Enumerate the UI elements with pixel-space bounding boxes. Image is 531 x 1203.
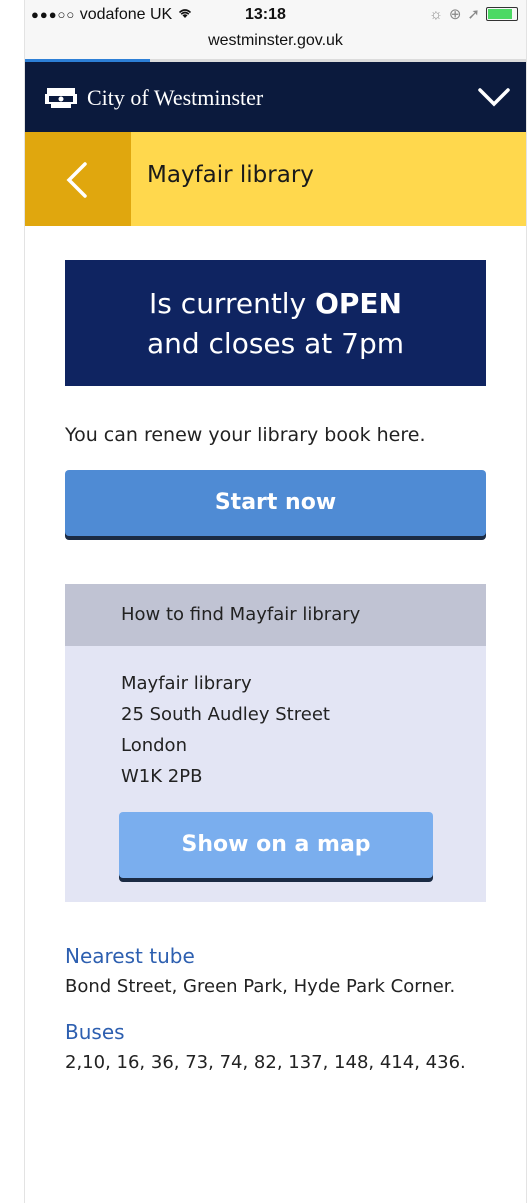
address-line: London	[121, 735, 187, 756]
nearest-tube-heading: Nearest tube	[65, 944, 195, 968]
find-library-panel: How to find Mayfair library Mayfair libr…	[65, 584, 486, 902]
address-line: W1K 2PB	[121, 766, 203, 787]
chevron-left-icon	[66, 162, 87, 198]
buses-heading: Buses	[65, 1020, 125, 1044]
address-line: 25 South Audley Street	[121, 704, 330, 725]
address-line: Mayfair library	[121, 673, 252, 694]
page-title: Mayfair library	[147, 162, 314, 188]
location-icon: ➚	[467, 6, 480, 23]
nearest-tube-text: Bond Street, Green Park, Hyde Park Corne…	[65, 976, 456, 997]
carrier-info: ●●●○○ vodafone UK	[31, 6, 193, 24]
site-name[interactable]: City of Westminster	[87, 85, 263, 111]
rotation-lock-icon: ⊕	[448, 6, 462, 23]
wifi-icon	[177, 6, 193, 23]
signal-icon: ●●●○○	[31, 7, 76, 22]
status-bar: ●●●○○ vodafone UK 13:18 ☼ ⊕ ➚ westminste…	[25, 0, 526, 62]
westminster-crest-icon	[45, 88, 77, 108]
brightness-icon: ☼	[429, 5, 443, 23]
status-line-1: Is currently OPEN	[85, 284, 466, 324]
carrier-name: vodafone UK	[79, 6, 173, 23]
clock: 13:18	[245, 6, 286, 23]
renew-info-text: You can renew your library book here.	[65, 424, 426, 446]
open-status: OPEN	[315, 287, 402, 320]
address-bar-url[interactable]: westminster.gov.uk	[25, 32, 526, 50]
opening-status-banner: Is currently OPEN and closes at 7pm	[65, 260, 486, 386]
bus-section: Buses 2,10, 16, 36, 73, 74, 82, 137, 148…	[65, 1020, 486, 1078]
site-header: City of Westminster	[25, 62, 526, 132]
tube-section: Nearest tube Bond Street, Green Park, Hy…	[65, 944, 486, 1002]
battery-icon	[486, 7, 518, 21]
start-now-button[interactable]: Start now	[65, 470, 486, 536]
status-icons: ☼ ⊕ ➚	[429, 5, 518, 23]
buses-text: 2,10, 16, 36, 73, 74, 82, 137, 148, 414,…	[65, 1052, 466, 1073]
chevron-down-icon	[478, 88, 510, 107]
menu-toggle-button[interactable]	[474, 80, 514, 114]
status-prefix: Is currently	[149, 287, 316, 320]
phone-screen: ●●●○○ vodafone UK 13:18 ☼ ⊕ ➚ westminste…	[24, 0, 527, 1203]
page-title-bar: Mayfair library	[25, 132, 526, 226]
address-block: Mayfair library 25 South Audley Street L…	[65, 646, 486, 902]
closing-time: and closes at 7pm	[146, 327, 405, 360]
back-button[interactable]	[25, 132, 131, 226]
main-content: Is currently OPEN and closes at 7pm You …	[25, 226, 526, 1078]
transport-info: Nearest tube Bond Street, Green Park, Hy…	[65, 944, 486, 1078]
find-library-heading: How to find Mayfair library	[65, 584, 486, 646]
show-on-map-button[interactable]: Show on a map	[119, 812, 433, 878]
